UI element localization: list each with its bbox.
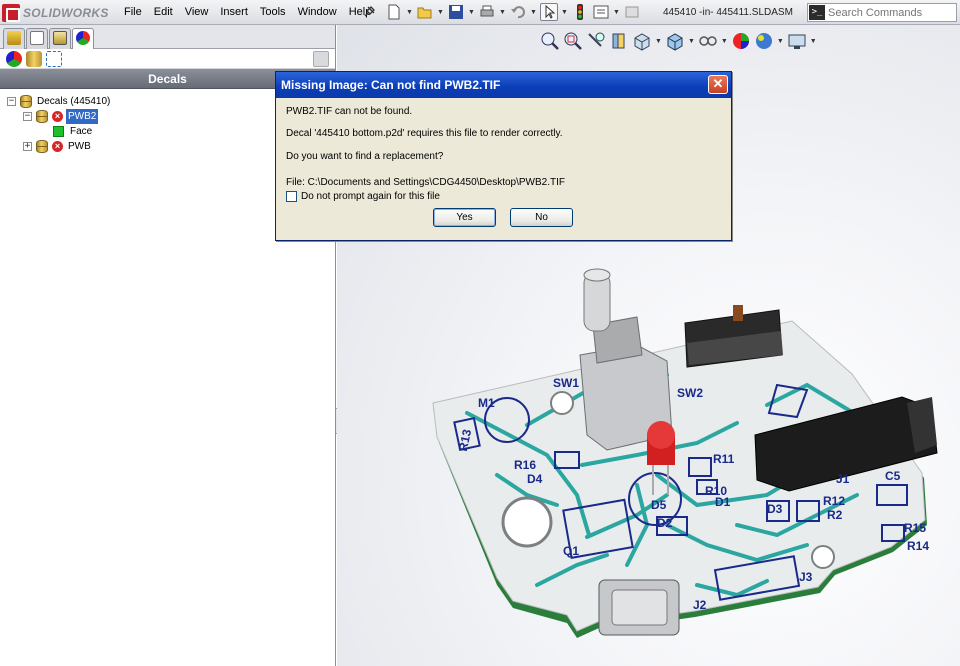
- new-dropdown-icon[interactable]: ▼: [406, 9, 413, 16]
- new-document-icon[interactable]: [385, 3, 403, 21]
- file-path: File: C:\Documents and Settings\CDG4450\…: [286, 177, 565, 188]
- dialog-title: Missing Image: Can not find PWB2.TIF: [281, 78, 501, 92]
- label-d1: D1: [715, 495, 731, 509]
- label-d5: D5: [651, 498, 667, 512]
- collapse-icon[interactable]: −: [7, 97, 16, 106]
- yes-button[interactable]: Yes: [433, 208, 496, 227]
- save-dropdown-icon[interactable]: ▼: [468, 9, 475, 16]
- standard-toolbar: ▼ ▼ ▼ ▼ ▼ ▼ ▼: [385, 3, 641, 21]
- label-r15: R15: [904, 521, 926, 535]
- pin-icon[interactable]: [362, 5, 376, 19]
- appearances-icon[interactable]: [6, 51, 22, 67]
- error-icon: ×: [52, 141, 63, 152]
- label-j2: J2: [693, 598, 707, 612]
- tree-item-label: PWB: [68, 141, 91, 152]
- scene-icon[interactable]: [46, 51, 62, 67]
- command-prompt-icon: >_: [809, 5, 825, 20]
- open-dropdown-icon[interactable]: ▼: [437, 9, 444, 16]
- tab-property-manager[interactable]: [26, 28, 48, 49]
- no-button[interactable]: No: [510, 208, 573, 227]
- decals-icon[interactable]: [26, 51, 42, 67]
- solidworks-logo[interactable]: SOLIDWORKS: [2, 2, 112, 23]
- label-r12: R12: [823, 494, 845, 508]
- label-j3: J3: [799, 570, 813, 584]
- search-commands-box[interactable]: >_: [807, 3, 957, 22]
- feature-manager-icon: [7, 31, 21, 45]
- collapse-icon[interactable]: −: [23, 112, 32, 121]
- label-d2: D2: [657, 516, 673, 530]
- label-d3: D3: [767, 502, 783, 516]
- tab-configuration-manager[interactable]: [49, 28, 71, 49]
- rebuild-traffic-light-icon[interactable]: [571, 3, 589, 21]
- face-icon: [53, 126, 64, 137]
- label-q1: Q1: [563, 544, 579, 558]
- checkbox-box[interactable]: [286, 191, 297, 202]
- menu-view[interactable]: View: [179, 0, 215, 25]
- tree-item-label: Face: [70, 126, 93, 137]
- missing-image-dialog: Missing Image: Can not find PWB2.TIF ✕ P…: [275, 71, 732, 241]
- decal-folder-icon: [20, 95, 32, 108]
- panel-options-icon[interactable]: [313, 51, 329, 67]
- message-requires-file: Decal '445410 bottom.p2d' requires this …: [286, 128, 563, 139]
- search-commands-input[interactable]: [828, 6, 948, 19]
- message-find-replacement: Do you want to find a replacement?: [286, 151, 444, 162]
- menu-bar: File Edit View Insert Tools Window Help: [118, 0, 377, 25]
- menu-tools[interactable]: Tools: [254, 0, 292, 25]
- file-properties-icon[interactable]: [623, 3, 641, 21]
- label-m1: M1: [478, 396, 495, 410]
- menu-insert[interactable]: Insert: [214, 0, 254, 25]
- decal-icon: [36, 110, 48, 123]
- configuration-manager-icon: [53, 31, 67, 45]
- label-r14: R14: [907, 539, 929, 553]
- display-manager-icon: [76, 31, 90, 45]
- expand-icon[interactable]: +: [23, 142, 32, 151]
- checkbox-label: Do not prompt again for this file: [301, 191, 440, 202]
- label-r2: R2: [827, 508, 843, 522]
- dialog-body: PWB2.TIF can not be found. Decal '445410…: [276, 98, 731, 241]
- tree-root-label: Decals (445410): [37, 96, 111, 107]
- property-manager-icon: [30, 31, 44, 45]
- panel-tabs: [0, 25, 335, 50]
- label-d4: D4: [527, 472, 543, 486]
- menu-edit[interactable]: Edit: [148, 0, 179, 25]
- label-sw2: SW2: [677, 386, 703, 400]
- options-dropdown-icon[interactable]: ▼: [613, 9, 620, 16]
- label-c5: C5: [885, 469, 901, 483]
- menu-file[interactable]: File: [118, 0, 148, 25]
- tree-item-label: PWB2: [66, 109, 99, 124]
- do-not-prompt-checkbox[interactable]: Do not prompt again for this file: [286, 191, 440, 202]
- label-j1: J1: [836, 472, 850, 486]
- decal-icon: [36, 140, 48, 153]
- close-icon: ✕: [712, 76, 724, 91]
- select-dropdown-icon[interactable]: ▼: [561, 9, 568, 16]
- solidworks-logo-icon: [2, 3, 20, 22]
- label-sw1: SW1: [553, 376, 579, 390]
- tab-feature-manager[interactable]: [3, 28, 25, 49]
- options-icon[interactable]: [592, 3, 610, 21]
- undo-icon[interactable]: [509, 3, 527, 21]
- menu-window[interactable]: Window: [292, 0, 343, 25]
- open-folder-icon[interactable]: [416, 3, 434, 21]
- label-r11: R11: [713, 452, 735, 466]
- dialog-title-bar[interactable]: Missing Image: Can not find PWB2.TIF ✕: [276, 72, 731, 98]
- print-icon[interactable]: [478, 3, 496, 21]
- menu-toolbar-bar: SOLIDWORKS File Edit View Insert Tools W…: [0, 0, 960, 25]
- close-button[interactable]: ✕: [708, 75, 728, 94]
- document-title: 445410 -in- 445411.SLDASM: [663, 7, 793, 18]
- panel-tools: [0, 49, 335, 69]
- message-not-found: PWB2.TIF can not be found.: [286, 106, 413, 117]
- select-pointer-icon[interactable]: [540, 3, 558, 21]
- label-r16: R16: [514, 458, 536, 472]
- save-icon[interactable]: [447, 3, 465, 21]
- error-icon: ×: [52, 111, 63, 122]
- undo-dropdown-icon[interactable]: ▼: [530, 9, 537, 16]
- print-dropdown-icon[interactable]: ▼: [499, 9, 506, 16]
- tab-display-manager[interactable]: [72, 28, 94, 50]
- logo-text: SOLIDWORKS: [23, 5, 109, 20]
